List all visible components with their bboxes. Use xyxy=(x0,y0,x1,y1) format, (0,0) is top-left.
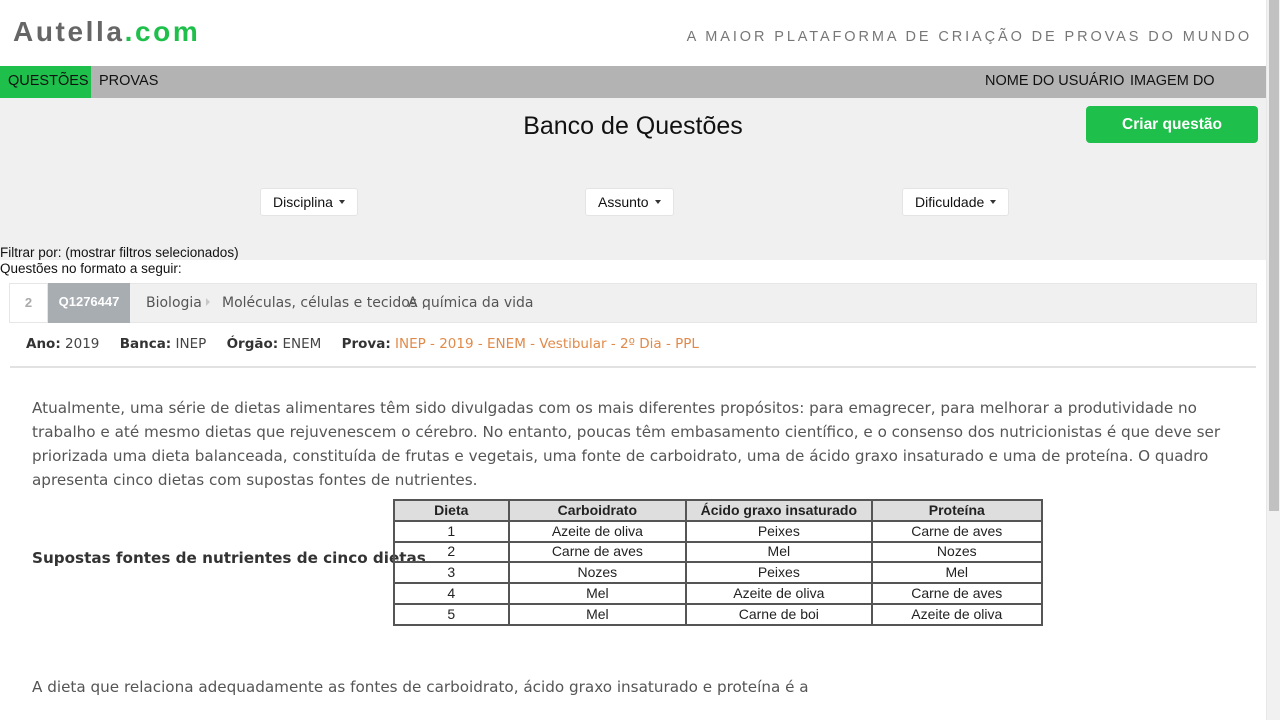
table-cell: 1 xyxy=(393,519,510,543)
table-cell: Azeite de oliva xyxy=(870,602,1044,626)
site-header: Autella.com A MAIOR PLATAFORMA DE CRIAÇÃ… xyxy=(0,0,1266,66)
table-cell: Nozes xyxy=(870,540,1044,564)
table-cell: Carne de aves xyxy=(870,582,1044,605)
banca-label: Banca: xyxy=(119,336,172,352)
table-cell: Mel xyxy=(507,582,688,605)
question-discipline[interactable]: Biologia xyxy=(146,284,202,322)
question-meta: Ano: 2019 Banca: INEP Órgão: ENEM Prova:… xyxy=(26,336,699,352)
question-header: 2 Q1276447 Biologia Moléculas, células e… xyxy=(9,283,1257,323)
question-subtopic[interactable]: A química da vida xyxy=(408,284,534,322)
table-cell: Mel xyxy=(685,540,873,564)
table-cell: Carne de aves xyxy=(507,540,688,564)
filter-summary: Filtrar por: (mostrar filtros selecionad… xyxy=(0,245,239,260)
breadcrumb-separator-icon xyxy=(206,298,210,306)
table-cell: 4 xyxy=(393,582,510,605)
logo-domain: .com xyxy=(124,16,201,47)
page: Autella.com A MAIOR PLATAFORMA DE CRIAÇÃ… xyxy=(0,0,1266,720)
table-cell: Mel xyxy=(507,602,688,626)
caret-down-icon xyxy=(654,200,661,205)
question-prompt: A dieta que relaciona adequadamente as f… xyxy=(32,678,809,696)
table-cell: Peixes xyxy=(685,519,873,543)
format-note: Questões no formato a seguir: xyxy=(0,261,182,276)
logo-main: Autella xyxy=(13,16,125,47)
assunto-label: Assunto xyxy=(598,194,649,210)
site-logo[interactable]: Autella.com xyxy=(13,16,200,48)
ano-label: Ano: xyxy=(26,336,61,352)
nav-profile-image[interactable]: IMAGEM DO PERFIL xyxy=(1122,66,1266,120)
question-number: 2 xyxy=(10,284,48,322)
site-tagline: A MAIOR PLATAFORMA DE CRIAÇÃO DE PROVAS … xyxy=(686,29,1252,45)
page-title: Banco de Questões xyxy=(523,112,743,140)
table-cell: Nozes xyxy=(507,561,688,585)
table-header: Carboidrato xyxy=(507,499,688,522)
dificuldade-label: Dificuldade xyxy=(915,194,985,210)
page-scrollbar[interactable] xyxy=(1266,0,1280,720)
caret-down-icon xyxy=(990,200,997,205)
nav-provas[interactable]: PROVAS xyxy=(91,66,166,98)
ano-value: 2019 xyxy=(65,336,100,352)
disciplina-label: Disciplina xyxy=(273,194,333,210)
caret-down-icon xyxy=(338,200,345,205)
question-topics[interactable]: Moléculas, células e tecidos , xyxy=(222,284,426,322)
dificuldade-dropdown[interactable]: Dificuldade xyxy=(902,188,1010,216)
nav-user-name[interactable]: NOME DO USUÁRIO xyxy=(977,66,1132,98)
table-header-row: Dieta Carboidrato Ácido graxo insaturado… xyxy=(393,499,1044,522)
prova-label: Prova: xyxy=(341,336,391,352)
question-id[interactable]: Q1276447 xyxy=(48,283,130,323)
table-cell: Peixes xyxy=(685,561,873,585)
table-caption: Supostas fontes de nutrientes de cinco d… xyxy=(32,549,426,567)
table-cell: Mel xyxy=(870,561,1044,585)
disciplina-dropdown[interactable]: Disciplina xyxy=(260,188,358,216)
table-row: 1 Azeite de oliva Peixes Carne de aves xyxy=(393,519,1044,543)
table-cell: Carne de aves xyxy=(870,519,1044,543)
orgao-value: ENEM xyxy=(282,336,322,352)
table-cell: 2 xyxy=(393,540,510,564)
table-row: 2 Carne de aves Mel Nozes xyxy=(393,540,1044,564)
question-statement: Atualmente, uma série de dietas alimenta… xyxy=(32,399,1221,489)
scrollbar-thumb[interactable] xyxy=(1269,0,1279,511)
table-header: Ácido graxo insaturado xyxy=(685,499,873,522)
table-cell: 3 xyxy=(393,561,510,585)
nav-questoes[interactable]: QUESTÕES xyxy=(0,66,91,98)
diet-table: Dieta Carboidrato Ácido graxo insaturado… xyxy=(393,499,1044,626)
main-nav: QUESTÕES PROVAS NOME DO USUÁRIO IMAGEM D… xyxy=(0,66,1266,120)
divider xyxy=(10,366,1256,368)
assunto-dropdown[interactable]: Assunto xyxy=(585,188,674,216)
table-cell: Azeite de oliva xyxy=(685,582,873,605)
table-cell: 5 xyxy=(393,602,510,626)
table-header: Dieta xyxy=(393,499,510,522)
banca-value: INEP xyxy=(175,336,207,352)
table-row: 4 Mel Azeite de oliva Carne de aves xyxy=(393,582,1044,605)
orgao-label: Órgão: xyxy=(226,336,279,352)
table-row: 5 Mel Carne de boi Azeite de oliva xyxy=(393,602,1044,626)
table-cell: Carne de boi xyxy=(685,602,873,626)
create-question-button[interactable]: Criar questão xyxy=(1086,106,1258,143)
table-header: Proteína xyxy=(870,499,1044,522)
prova-link[interactable]: INEP - 2019 - ENEM - Vestibular - 2º Dia… xyxy=(395,336,699,352)
table-row: 3 Nozes Peixes Mel xyxy=(393,561,1044,585)
table-cell: Azeite de oliva xyxy=(507,519,688,543)
